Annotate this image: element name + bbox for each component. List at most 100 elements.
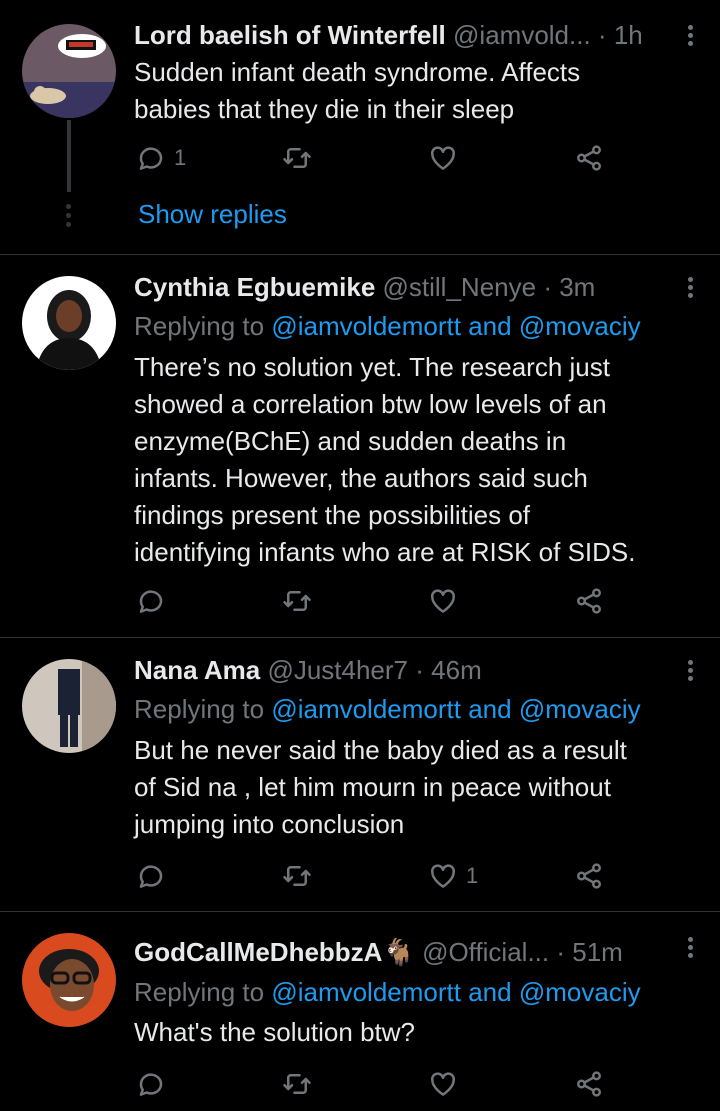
share-icon xyxy=(574,1069,604,1099)
retweet-icon xyxy=(282,861,312,891)
mention-conjunction[interactable]: and xyxy=(468,977,511,1007)
retweet-icon xyxy=(282,143,312,173)
author-name[interactable]: GodCallMeDhebbzA xyxy=(134,937,382,967)
tweet-text-line: jumping into conclusion xyxy=(134,809,405,839)
author-handle[interactable]: @still_Nenye xyxy=(383,272,537,302)
timestamp[interactable]: 3m xyxy=(559,272,595,302)
retweet-button[interactable] xyxy=(282,1068,312,1100)
tweet[interactable]: Nana Ama @Just4her7 · 46m Replying to @i… xyxy=(0,638,720,911)
author-name[interactable]: Nana Ama xyxy=(134,655,260,685)
retweet-button[interactable] xyxy=(282,142,312,174)
tweet[interactable]: GodCallMeDhebbzA🐐 @Official... · 51m Rep… xyxy=(0,912,720,1111)
share-button[interactable] xyxy=(574,860,604,892)
reply-icon xyxy=(136,586,166,616)
avatar[interactable] xyxy=(22,933,116,1027)
tweet-header: GodCallMeDhebbzA🐐 @Official... · 51m xyxy=(134,934,660,970)
timestamp[interactable]: 1h xyxy=(614,20,643,50)
like-button[interactable] xyxy=(428,1068,458,1100)
show-replies-link[interactable]: Show replies xyxy=(138,198,287,230)
retweet-button[interactable] xyxy=(282,860,312,892)
tweet-text-line: But he never said the baby died as a res… xyxy=(134,735,627,765)
share-icon xyxy=(574,586,604,616)
more-icon[interactable] xyxy=(684,657,696,687)
timestamp[interactable]: 51m xyxy=(572,937,623,967)
mention-conjunction[interactable]: and xyxy=(468,311,511,341)
avatar[interactable] xyxy=(22,24,116,118)
replying-prefix: Replying to xyxy=(134,694,265,724)
more-icon[interactable] xyxy=(684,274,696,304)
tweet-text-line: infants. However, the authors said such xyxy=(134,463,588,493)
like-icon xyxy=(428,143,458,173)
retweet-icon xyxy=(282,1069,312,1099)
tweet-text-line: There’s no solution yet. The research ju… xyxy=(134,352,610,382)
goat-emoji: 🐐 xyxy=(382,937,415,967)
replying-prefix: Replying to xyxy=(134,977,265,1007)
replying-to: Replying to @iamvoldemortt and @movaciy xyxy=(134,691,641,727)
mention-link[interactable]: @iamvoldemortt xyxy=(271,311,461,341)
separator: · xyxy=(543,272,552,302)
tweet-text-line: enzyme(BChE) and sudden deaths in xyxy=(134,426,567,456)
author-handle[interactable]: @Just4her7 xyxy=(267,655,408,685)
reply-button[interactable] xyxy=(136,1068,166,1100)
tweet-text-line: of Sid na , let him mourn in peace witho… xyxy=(134,772,611,802)
replying-to: Replying to @iamvoldemortt and @movaciy xyxy=(134,974,641,1010)
thread-dots xyxy=(66,200,72,231)
tweet-text-line: findings present the possibilities of xyxy=(134,500,531,530)
tweet-header: Nana Ama @Just4her7 · 46m xyxy=(134,652,680,688)
tweet-text: Sudden infant death syndrome. Affects ba… xyxy=(134,54,690,128)
mention-conjunction[interactable]: and xyxy=(468,694,511,724)
separator: · xyxy=(556,937,566,967)
like-icon xyxy=(428,586,458,616)
reply-button[interactable] xyxy=(136,860,166,892)
reply-button[interactable] xyxy=(136,585,166,617)
mention-link[interactable]: @movaciy xyxy=(519,311,641,341)
tweet-text-line: showed a correlation btw low levels of a… xyxy=(134,389,607,419)
mention-link[interactable]: @iamvoldemortt xyxy=(271,977,461,1007)
share-button[interactable] xyxy=(574,1068,604,1100)
reply-icon xyxy=(136,143,166,173)
reply-icon xyxy=(136,1069,166,1099)
tweet[interactable]: Lord baelish of Winterfell @iamvold... ·… xyxy=(0,0,720,254)
tweet-text-line: identifying infants who are at RISK of S… xyxy=(134,537,636,567)
retweet-icon xyxy=(282,586,312,616)
author-name[interactable]: Cynthia Egbuemike xyxy=(134,272,375,302)
more-icon[interactable] xyxy=(684,934,696,964)
like-button[interactable] xyxy=(428,585,458,617)
share-icon xyxy=(574,143,604,173)
like-button[interactable]: 1 xyxy=(428,860,478,892)
like-count: 1 xyxy=(466,863,479,888)
author-handle[interactable]: @iamvold... xyxy=(453,20,591,50)
mention-link[interactable]: @movaciy xyxy=(519,977,641,1007)
separator: · xyxy=(415,655,424,685)
reply-icon xyxy=(136,861,166,891)
tweet-header: Lord baelish of Winterfell @iamvold... ·… xyxy=(134,17,680,53)
more-icon[interactable] xyxy=(684,22,696,52)
like-icon xyxy=(428,1069,458,1099)
replying-to: Replying to @iamvoldemortt and @movaciy xyxy=(134,308,641,344)
timestamp[interactable]: 46m xyxy=(431,655,482,685)
reply-button[interactable]: 1 xyxy=(136,142,186,174)
mention-link[interactable]: @iamvoldemortt xyxy=(271,694,461,724)
reply-count: 1 xyxy=(174,145,187,170)
tweet-text: But he never said the baby died as a res… xyxy=(134,732,690,843)
tweet-header: Cynthia Egbuemike @still_Nenye · 3m xyxy=(134,269,680,305)
tweet-text-line: Sudden infant death syndrome. Affects xyxy=(134,57,581,87)
like-button[interactable] xyxy=(428,142,458,174)
like-icon xyxy=(428,861,458,891)
avatar[interactable] xyxy=(22,659,116,753)
avatar[interactable] xyxy=(22,276,116,370)
tweet[interactable]: Cynthia Egbuemike @still_Nenye · 3m Repl… xyxy=(0,255,720,637)
replying-prefix: Replying to xyxy=(134,311,265,341)
share-button[interactable] xyxy=(574,585,604,617)
author-name[interactable]: Lord baelish of Winterfell xyxy=(134,20,446,50)
tweet-text: There’s no solution yet. The research ju… xyxy=(134,349,690,571)
tweet-text: What's the solution btw? xyxy=(134,1014,690,1051)
author-handle[interactable]: @Official... xyxy=(422,937,549,967)
share-icon xyxy=(574,861,604,891)
retweet-button[interactable] xyxy=(282,585,312,617)
tweet-text-line: babies that they die in their sleep xyxy=(134,94,515,124)
mention-link[interactable]: @movaciy xyxy=(519,694,641,724)
separator: · xyxy=(597,20,607,50)
share-button[interactable] xyxy=(574,142,604,174)
tweet-text-line: What's the solution btw? xyxy=(134,1017,415,1047)
